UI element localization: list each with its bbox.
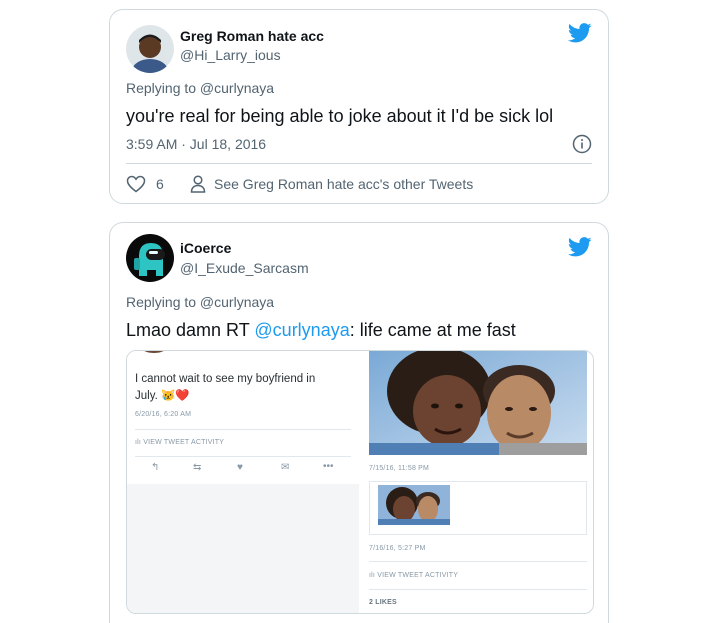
heart-icon bbox=[126, 175, 146, 193]
retweet-icon: ⇆ bbox=[193, 462, 202, 473]
media-left-activity-label: VIEW TWEET ACTIVITY bbox=[143, 439, 225, 446]
divider bbox=[135, 456, 351, 457]
heart-icon: ♥ bbox=[237, 462, 243, 473]
couple-photo bbox=[369, 351, 587, 455]
tweet-media-image[interactable]: I cannot wait to see my boyfriend in Jul… bbox=[126, 350, 594, 614]
author-handle[interactable]: @I_Exude_Sarcasm bbox=[180, 260, 309, 276]
media-right-activity-label: VIEW TWEET ACTIVITY bbox=[377, 572, 459, 579]
bar-chart-icon: ılı bbox=[369, 572, 378, 579]
media-left-tweet: I cannot wait to see my boyfriend in Jul… bbox=[127, 351, 359, 613]
profile-link[interactable]: See Greg Roman hate acc's other Tweets bbox=[190, 175, 473, 193]
tweet-card-1[interactable]: Greg Roman hate acc @Hi_Larry_ious Reply… bbox=[109, 9, 609, 204]
twitter-bird-icon[interactable] bbox=[568, 237, 592, 257]
quoted-photo-box bbox=[369, 481, 587, 535]
quoted-couple-photo bbox=[378, 485, 450, 525]
media-right-date: 7/16/16, 5:27 PM bbox=[369, 545, 426, 552]
media-right-activity: ılı VIEW TWEET ACTIVITY bbox=[369, 572, 458, 579]
media-right-likes-label: 2 LIKES bbox=[369, 599, 397, 606]
avatar[interactable] bbox=[126, 25, 174, 73]
media-left-date: 6/20/16, 6:20 AM bbox=[135, 411, 192, 418]
divider bbox=[369, 589, 587, 590]
divider bbox=[126, 163, 592, 164]
avatar[interactable] bbox=[126, 234, 174, 282]
mention-link[interactable]: @curlynaya bbox=[254, 320, 349, 340]
media-right-tweet: 7/15/16, 11:58 PM 7/16/16, 5:27 PM ılı V… bbox=[369, 351, 593, 613]
tweet-text-prefix: Lmao damn RT bbox=[126, 320, 255, 340]
more-icon: ••• bbox=[323, 461, 334, 472]
author-name[interactable]: Greg Roman hate acc bbox=[180, 28, 324, 44]
author-name[interactable]: iCoerce bbox=[180, 240, 231, 256]
like-count: 6 bbox=[156, 176, 164, 192]
media-right-photo-date: 7/15/16, 11:58 PM bbox=[369, 465, 430, 472]
media-right-likes: 2 LIKES bbox=[369, 599, 397, 606]
message-icon: ✉ bbox=[281, 462, 290, 473]
reply-icon: ↰ bbox=[151, 462, 160, 473]
divider bbox=[369, 561, 587, 562]
replying-to[interactable]: Replying to @curlynaya bbox=[126, 294, 274, 310]
info-icon[interactable] bbox=[572, 134, 592, 154]
media-left-activity: ılı VIEW TWEET ACTIVITY bbox=[135, 439, 224, 446]
tweet-timestamp[interactable]: 3:59 AM · Jul 18, 2016 bbox=[126, 136, 266, 152]
divider bbox=[135, 429, 351, 430]
media-left-text: I cannot wait to see my boyfriend in Jul… bbox=[135, 373, 316, 402]
bar-chart-icon: ılı bbox=[135, 439, 144, 446]
like-button[interactable]: 6 bbox=[126, 175, 164, 193]
author-handle[interactable]: @Hi_Larry_ious bbox=[180, 47, 281, 63]
tweet-card-2[interactable]: iCoerce @I_Exude_Sarcasm Replying to @cu… bbox=[109, 222, 609, 623]
twitter-bird-icon[interactable] bbox=[568, 23, 592, 43]
media-left-empty bbox=[127, 484, 359, 613]
person-icon bbox=[190, 175, 206, 193]
replying-to[interactable]: Replying to @curlynaya bbox=[126, 80, 274, 96]
tweet-text: Lmao damn RT @curlynaya: life came at me… bbox=[126, 320, 516, 341]
tweet-text: you're real for being able to joke about… bbox=[126, 106, 554, 126]
avatar-fragment-icon bbox=[144, 351, 164, 353]
profile-link-label[interactable]: See Greg Roman hate acc's other Tweets bbox=[214, 176, 473, 192]
tweet-text-suffix: : life came at me fast bbox=[349, 320, 516, 340]
